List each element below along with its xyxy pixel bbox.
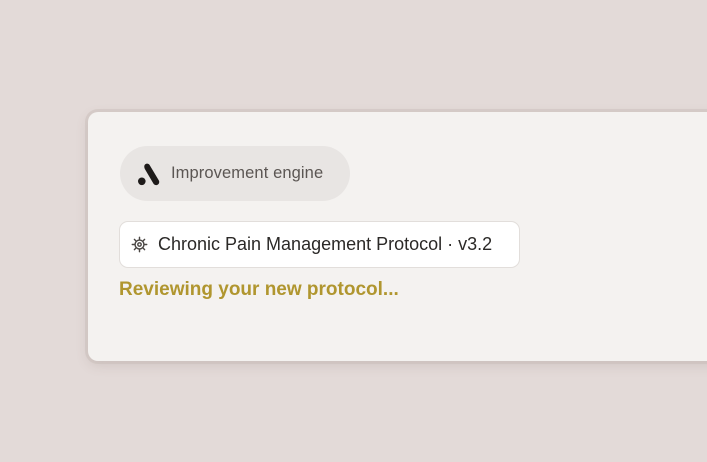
protocol-title: Chronic Pain Management Protocol · v3.2 [158,234,493,254]
improvement-card: Improvement engine Chronic Pain Manageme… [88,112,707,361]
improvement-engine-badge: Improvement engine [120,146,350,201]
brand-logo-icon [138,163,160,185]
status-text: Reviewing your new protocol... [119,279,399,300]
gear-icon [131,236,148,253]
protocol-chip[interactable]: Chronic Pain Management Protocol · v3.2 [119,221,520,268]
engine-label: Improvement engine [171,164,324,182]
